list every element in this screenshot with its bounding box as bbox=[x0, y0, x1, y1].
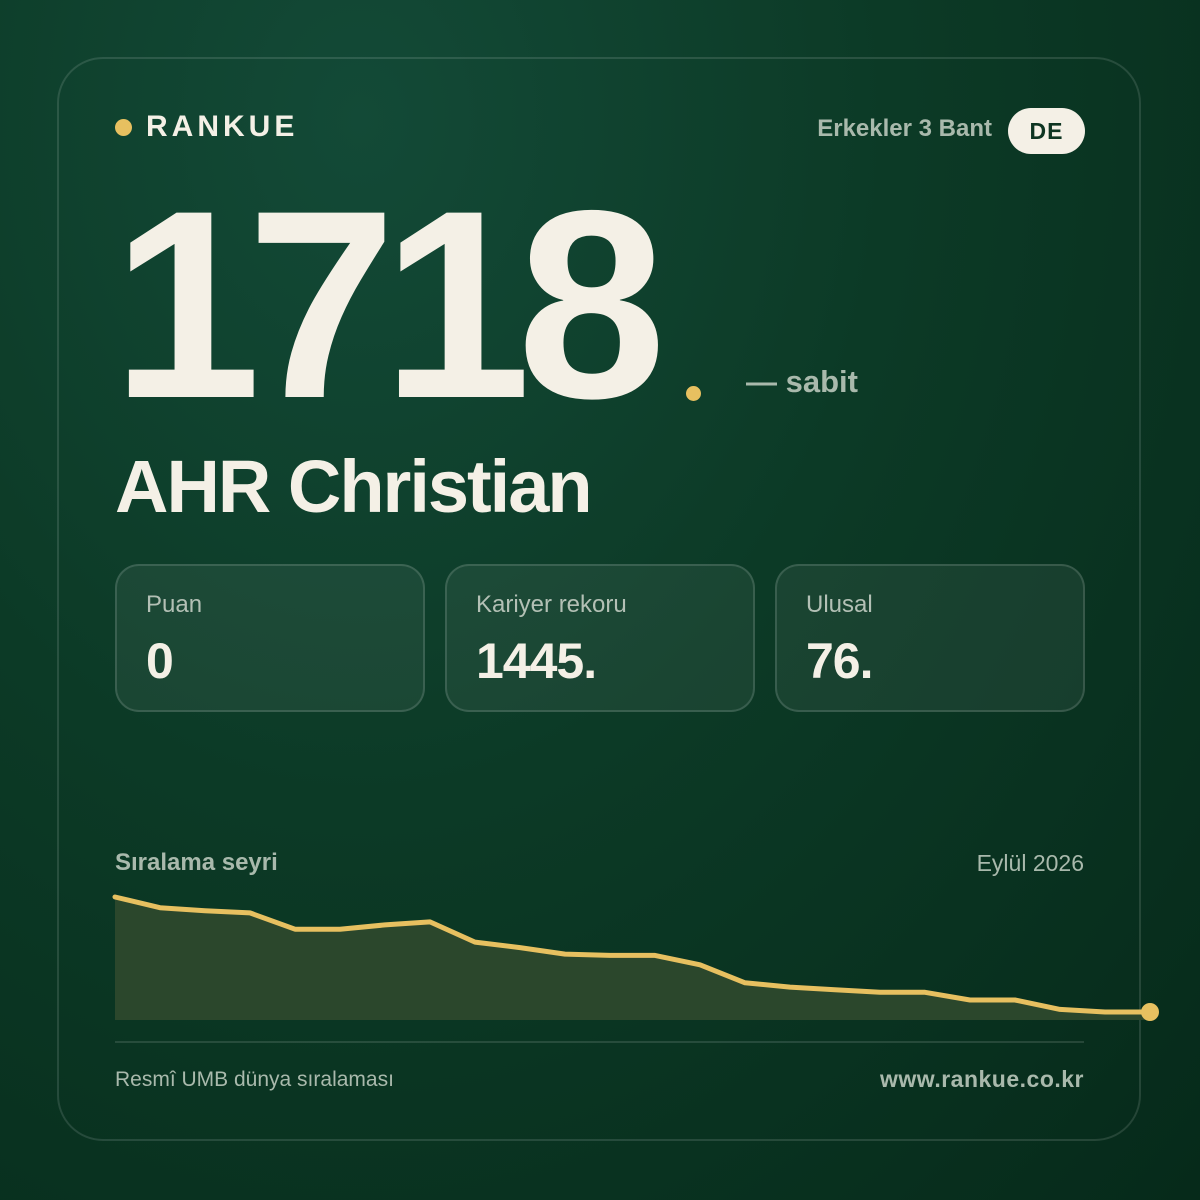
chart-title: Sıralama seyri bbox=[115, 849, 278, 876]
rank-dot-icon bbox=[686, 386, 701, 401]
chart-end-point bbox=[1141, 1003, 1159, 1021]
chart-period: Eylül 2026 bbox=[976, 850, 1084, 876]
country-badge: DE bbox=[1008, 108, 1085, 154]
stat-card-points: Puan 0 bbox=[115, 564, 425, 712]
rank-trend: — sabit bbox=[746, 364, 858, 399]
stat-label: Ulusal bbox=[806, 591, 873, 618]
footer-divider bbox=[115, 1041, 1084, 1043]
stat-value: 0 bbox=[146, 633, 174, 689]
footer-url: www.rankue.co.kr bbox=[880, 1066, 1084, 1092]
brand: RANKUE bbox=[115, 110, 298, 144]
player-name: AHR Christian bbox=[115, 445, 593, 528]
stat-card-national: Ulusal 76. bbox=[775, 564, 1085, 712]
stat-card-career-best: Kariyer rekoru 1445. bbox=[445, 564, 755, 712]
brand-name: RANKUE bbox=[146, 110, 299, 143]
category-label: Erkekler 3 Bant bbox=[817, 115, 992, 142]
stat-value: 76. bbox=[806, 633, 874, 689]
world-rank: 1718 bbox=[112, 154, 666, 454]
stat-label: Kariyer rekoru bbox=[476, 591, 627, 618]
stat-label: Puan bbox=[146, 591, 203, 618]
stat-value: 1445. bbox=[476, 633, 597, 689]
brand-dot-icon bbox=[115, 118, 132, 136]
footer-source: Resmî UMB dünya sıralaması bbox=[115, 1068, 394, 1091]
